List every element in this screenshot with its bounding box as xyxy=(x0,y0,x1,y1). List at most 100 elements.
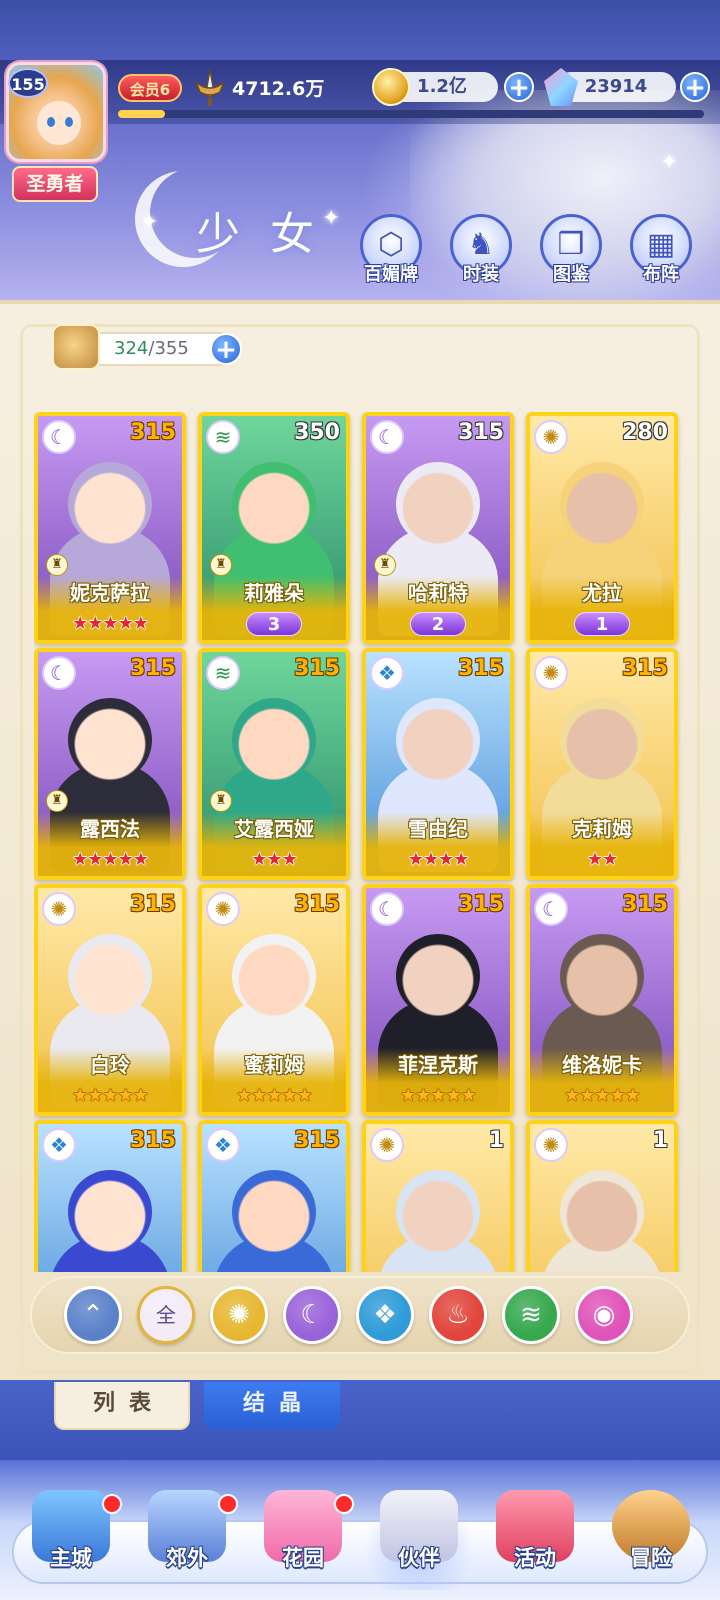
awaken-badge: 1 xyxy=(530,612,674,636)
character-face xyxy=(396,934,480,1018)
add-gems-button[interactable]: + xyxy=(680,72,710,102)
character-face xyxy=(232,698,316,782)
character-card[interactable]: ☾ 315 ♜ 妮克萨拉 ★★★★★ xyxy=(34,412,186,644)
character-face xyxy=(560,934,644,1018)
character-card[interactable]: ✺ 280 尤拉 1 xyxy=(526,412,678,644)
character-card[interactable]: ✺ 1 xyxy=(526,1120,678,1272)
menu-outfit-button[interactable]: ♞ 时装 xyxy=(446,214,516,286)
star-icon: ★ xyxy=(281,1085,298,1106)
chess-piece-icon: ♜ xyxy=(46,554,68,576)
character-face xyxy=(396,462,480,546)
character-face xyxy=(560,462,644,546)
tab-crystal[interactable]: 结晶 xyxy=(204,1382,340,1430)
star-icon: ★ xyxy=(132,613,149,634)
character-card[interactable]: ❖ 315 雪由纪 ★★★★ xyxy=(362,648,514,880)
star-icon: ★ xyxy=(72,613,88,634)
star-icon: ★ xyxy=(87,1085,103,1106)
character-name: 白玲 xyxy=(90,1053,130,1077)
nav-partner[interactable]: 伙伴 xyxy=(364,1490,474,1590)
moon-element-icon: ☾ xyxy=(370,420,404,454)
menu-formation-button[interactable]: ▦ 布阵 xyxy=(626,214,696,286)
character-name: 维洛妮卡 xyxy=(562,1053,642,1077)
sort-icon: ⌃ xyxy=(82,1300,104,1330)
filter-wind-button[interactable]: ≋ xyxy=(502,1286,560,1344)
player-title-badge[interactable]: 圣勇者 xyxy=(12,166,98,202)
star-icon: ★ xyxy=(251,849,267,870)
moon-element-icon: ☾ xyxy=(534,892,568,926)
star-icon: ★ xyxy=(87,613,103,634)
water-element-icon: ❖ xyxy=(42,1128,76,1162)
character-card[interactable]: ☾ 315 ♜ 哈莉特 2 xyxy=(362,412,514,644)
filter-sort-button[interactable]: ⌃ xyxy=(64,1286,122,1344)
character-card[interactable]: ✺ 1 xyxy=(362,1120,514,1272)
moon-element-icon: ☾ xyxy=(42,656,76,690)
xp-progress-fill xyxy=(118,110,165,118)
filter-moon-button[interactable]: ☾ xyxy=(283,1286,341,1344)
sword-icon xyxy=(195,69,225,106)
water-icon: ❖ xyxy=(373,1300,397,1330)
menu-card-button[interactable]: ⬡ 百媚牌 xyxy=(356,214,426,286)
add-gold-button[interactable]: + xyxy=(504,72,534,102)
nav-label: 主城 xyxy=(50,1546,92,1570)
character-card[interactable]: ☾ 315 维洛妮卡 ★★★★★ xyxy=(526,884,678,1116)
character-level: 1 xyxy=(488,1128,504,1153)
character-card[interactable]: ❖ 315 xyxy=(34,1120,186,1272)
menu-label: 图鉴 xyxy=(553,264,589,285)
character-card[interactable]: ≋ 315 ♜ 艾露西娅 ★★★ xyxy=(198,648,350,880)
nav-label: 花园 xyxy=(282,1546,324,1570)
character-name: 哈莉特 xyxy=(408,581,468,605)
star-icon: ★ xyxy=(602,849,618,870)
character-card[interactable]: ☾ 315 菲涅克斯 ★★★★★ xyxy=(362,884,514,1116)
character-card[interactable]: ☾ 315 ♜ 露西法 ★★★★★ xyxy=(34,648,186,880)
star-icon: ★ xyxy=(102,1085,118,1106)
heart-icon: ◉ xyxy=(592,1300,616,1330)
character-level: 315 xyxy=(622,656,668,681)
character-card[interactable]: ≋ 350 ♜ 莉雅朵 3 xyxy=(198,412,350,644)
wind-icon: ≋ xyxy=(520,1300,542,1330)
tab-list[interactable]: 列表 xyxy=(54,1382,190,1430)
character-face xyxy=(396,698,480,782)
water-element-icon: ❖ xyxy=(370,656,404,690)
character-level: 315 xyxy=(294,656,340,681)
awaken-count: 2 xyxy=(410,612,466,636)
star-rating: ★★★★★ xyxy=(202,1085,346,1106)
star-icon: ★ xyxy=(296,1085,313,1106)
filter-sun-button[interactable]: ✺ xyxy=(210,1286,268,1344)
menu-gallery-button[interactable]: ❒ 图鉴 xyxy=(536,214,606,286)
star-icon: ★ xyxy=(453,849,469,870)
star-icon: ★ xyxy=(594,1085,610,1106)
nav-adventure[interactable]: 冒险 xyxy=(596,1490,706,1590)
sun-element-icon: ✺ xyxy=(534,420,568,454)
character-name: 克莉姆 xyxy=(572,817,632,841)
character-card[interactable]: ❖ 315 xyxy=(198,1120,350,1272)
character-face xyxy=(68,462,152,546)
character-card[interactable]: ✺ 315 克莉姆 ★★ xyxy=(526,648,678,880)
character-name: 雪由纪 xyxy=(408,817,468,841)
star-icon: ★ xyxy=(624,1085,641,1106)
star-rating: ★★★★★ xyxy=(530,1085,674,1106)
sparkle-icon: ✦ xyxy=(660,150,679,175)
star-icon: ★ xyxy=(117,613,134,634)
star-icon: ★ xyxy=(102,613,118,634)
character-card[interactable]: ✺ 315 白玲 ★★★★★ xyxy=(34,884,186,1116)
nav-event[interactable]: 活动 xyxy=(480,1490,590,1590)
filter-water-button[interactable]: ❖ xyxy=(356,1286,414,1344)
star-rating: ★★ xyxy=(530,849,674,870)
filter-fire-button[interactable]: ♨ xyxy=(429,1286,487,1344)
star-rating: ★★★★★ xyxy=(38,613,182,634)
character-name: 艾露西娅 xyxy=(234,817,314,841)
nav-label: 冒险 xyxy=(630,1546,672,1570)
filter-heart-button[interactable]: ◉ xyxy=(575,1286,633,1344)
water-element-icon: ❖ xyxy=(206,1128,240,1162)
star-icon: ★ xyxy=(266,849,282,870)
avatar-eye xyxy=(65,117,73,127)
vip-badge[interactable]: 会员6 xyxy=(118,74,182,102)
nav-label: 郊外 xyxy=(166,1546,208,1570)
character-level: 315 xyxy=(622,892,668,917)
character-card-grid: ☾ 315 ♜ 妮克萨拉 ★★★★★ ≋ 350 ♜ 莉雅朵 3 ☾ 315 ♜ 哈莉特 2 ✺ 280 尤拉 1 ☾… xyxy=(34,412,686,1272)
expand-capacity-button[interactable]: + xyxy=(210,333,242,365)
fire-icon: ♨ xyxy=(446,1300,470,1330)
character-card[interactable]: ✺ 315 蜜莉姆 ★★★★★ xyxy=(198,884,350,1116)
filter-all-button[interactable]: 全 xyxy=(137,1286,195,1344)
character-name: 莉雅朵 xyxy=(244,581,304,605)
